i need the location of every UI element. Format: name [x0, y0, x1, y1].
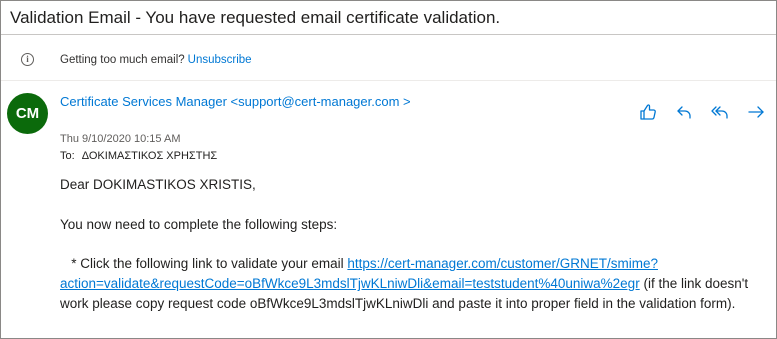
- reply-all-icon: [711, 106, 728, 119]
- like-button[interactable]: [637, 101, 659, 123]
- like-icon: [640, 104, 656, 120]
- notice-text-row: Getting too much email? Unsubscribe: [60, 53, 252, 68]
- sender-avatar[interactable]: CM: [7, 93, 48, 134]
- greeting: Dear DOKIMASTIKOS XRISTIS,: [60, 177, 256, 192]
- recipient-name[interactable]: ΔΟΚΙΜΑΣΤΙΚΟΣ ΧΡΗΣΤΗΣ: [82, 150, 217, 162]
- unsubscribe-notice-bar: i Getting too much email? Unsubscribe: [1, 45, 776, 81]
- email-reading-pane: Validation Email - You have requested em…: [0, 0, 777, 339]
- steps-intro: You now need to complete the following s…: [60, 217, 338, 232]
- message-actions: [637, 101, 767, 123]
- unsubscribe-link[interactable]: Unsubscribe: [188, 54, 252, 66]
- email-subject: Validation Email - You have requested em…: [1, 1, 776, 35]
- email-body: Dear DOKIMASTIKOS XRISTIS, You now need …: [60, 175, 760, 314]
- info-icon: i: [21, 53, 34, 66]
- sent-date: Thu 9/10/2020 10:15 AM: [60, 133, 181, 145]
- reply-button[interactable]: [673, 101, 695, 123]
- notice-text: Getting too much email?: [60, 54, 185, 66]
- validation-step: * Click the following link to validate y…: [60, 254, 760, 314]
- sender-name[interactable]: Certificate Services Manager <support@ce…: [60, 92, 450, 112]
- recipient-line: To: ΔΟΚΙΜΑΣΤΙΚΟΣ ΧΡΗΣΤΗΣ: [60, 149, 217, 163]
- reply-all-button[interactable]: [709, 101, 731, 123]
- step-prefix: * Click the following link to validate y…: [71, 256, 348, 271]
- forward-icon: [748, 106, 764, 118]
- reply-icon: [677, 106, 691, 119]
- forward-button[interactable]: [745, 101, 767, 123]
- to-label: To:: [60, 150, 75, 162]
